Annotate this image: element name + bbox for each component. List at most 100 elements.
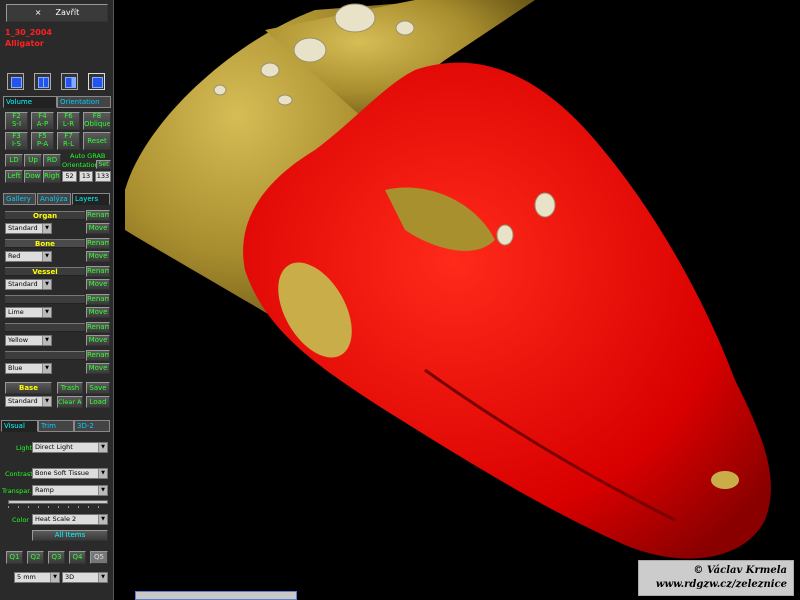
render-mode-select[interactable]: 3D ▼ xyxy=(62,572,108,583)
chevron-down-icon: ▼ xyxy=(98,469,107,478)
layer6-rename-button[interactable]: Rename xyxy=(86,350,110,361)
q3-button[interactable]: Q3 xyxy=(48,551,65,564)
layer4-rename-button[interactable]: Rename xyxy=(86,294,110,305)
orient-f7-button[interactable]: F7 R-L xyxy=(57,132,80,150)
organ-select[interactable]: Standard ▼ xyxy=(5,223,52,234)
chevron-down-icon: ▼ xyxy=(50,573,59,582)
auto-grab-label: Auto GRAB xyxy=(70,152,106,160)
bone-move-button[interactable]: Move xyxy=(86,251,110,262)
orient-f4-button[interactable]: F4 A-P xyxy=(31,112,54,130)
orient-value-1[interactable]: 52 xyxy=(62,171,77,182)
alligator-skull-render xyxy=(125,0,771,559)
layout-split-icon[interactable] xyxy=(61,73,78,90)
chevron-down-icon: ▼ xyxy=(98,443,107,452)
orient-f8-button[interactable]: F8 Oblique xyxy=(83,112,111,130)
bone-rename-button[interactable]: Rename xyxy=(86,238,110,249)
layout-quad-icon[interactable] xyxy=(34,73,51,90)
organ-move-button[interactable]: Move xyxy=(86,223,110,234)
volume-render-viewport[interactable] xyxy=(115,0,800,600)
q4-button[interactable]: Q4 xyxy=(69,551,86,564)
transparency-slider[interactable] xyxy=(8,500,108,504)
rd-button[interactable]: RD xyxy=(43,154,61,167)
load-button[interactable]: Load xyxy=(86,396,110,408)
reset-button[interactable]: Reset xyxy=(83,132,111,150)
tab-volume[interactable]: Volume xyxy=(3,96,57,108)
set-button[interactable]: Set xyxy=(96,160,111,169)
slice-thickness-select[interactable]: 5 mm ▼ xyxy=(14,572,60,583)
tab-trim[interactable]: Trim xyxy=(38,420,74,432)
layer5-header xyxy=(5,323,85,332)
tab-analyze[interactable]: Analýza xyxy=(37,193,71,205)
contrast-label: Contrast xyxy=(5,470,33,478)
light-select[interactable]: Direct Light ▼ xyxy=(32,442,108,453)
watermark: © Václav Krmela www.rdgzw.cz/zeleznice xyxy=(638,560,794,596)
orient-value-2[interactable]: 13 xyxy=(79,171,93,182)
ld-button[interactable]: LD xyxy=(5,154,23,167)
layout-single-icon[interactable] xyxy=(7,73,24,90)
tab-gallery[interactable]: Gallery xyxy=(3,193,36,205)
down-button[interactable]: Down xyxy=(24,170,42,183)
chevron-down-icon: ▼ xyxy=(42,364,51,373)
layer5-rename-button[interactable]: Rename xyxy=(86,322,110,333)
tab-layers[interactable]: Layers xyxy=(72,193,110,205)
chevron-down-icon: ▼ xyxy=(98,486,107,495)
transparency-select[interactable]: Ramp ▼ xyxy=(32,485,108,496)
orient-value-3[interactable]: 133 xyxy=(95,171,111,182)
slider-ticks xyxy=(8,506,108,508)
layer4-color-select[interactable]: Lime ▼ xyxy=(5,307,52,318)
tab-3d[interactable]: 3D-2 xyxy=(74,420,110,432)
base-select[interactable]: Standard ▼ xyxy=(5,396,52,407)
right-button[interactable]: Right xyxy=(43,170,61,183)
trash-button[interactable]: Trash xyxy=(57,382,83,394)
layer4-header xyxy=(5,295,85,304)
orient-f3-button[interactable]: F3 I-S xyxy=(5,132,28,150)
bone-header: Bone xyxy=(5,239,85,248)
layer6-header xyxy=(5,351,85,360)
horizontal-scrollbar[interactable] xyxy=(135,591,297,600)
nostril-patch xyxy=(711,471,739,489)
orient-f5-button[interactable]: F5 P-A xyxy=(31,132,54,150)
base-button[interactable]: Base xyxy=(5,382,52,394)
layer5-move-button[interactable]: Move xyxy=(86,335,110,346)
left-button[interactable]: Left xyxy=(5,170,23,183)
layer6-color-select[interactable]: Blue ▼ xyxy=(5,363,52,374)
save-button[interactable]: Save xyxy=(86,382,110,394)
chevron-down-icon: ▼ xyxy=(42,308,51,317)
orient-f6-button[interactable]: F6 L-R xyxy=(57,112,80,130)
color-label: Color xyxy=(12,516,29,524)
all-items-button[interactable]: All Items xyxy=(32,530,108,541)
q5-button[interactable]: Q5 xyxy=(90,551,108,564)
tab-visual[interactable]: Visual xyxy=(1,420,38,432)
tab-orientation[interactable]: Orientation xyxy=(57,96,111,108)
vessel-move-button[interactable]: Move xyxy=(86,279,110,290)
orient-f2-button[interactable]: F2 S-I xyxy=(5,112,28,130)
close-button[interactable]: × Zavřít xyxy=(6,4,108,22)
up-button[interactable]: Up xyxy=(24,154,42,167)
layer5-color-select[interactable]: Yellow ▼ xyxy=(5,335,52,346)
study-name: Alligator xyxy=(5,39,44,48)
close-icon: × xyxy=(34,8,42,17)
layout-mpr-icon[interactable] xyxy=(88,73,105,90)
organ-rename-button[interactable]: Rename xyxy=(86,210,110,221)
q1-button[interactable]: Q1 xyxy=(6,551,23,564)
chevron-down-icon: ▼ xyxy=(98,573,107,582)
contrast-select[interactable]: Bone Soft Tissue ▼ xyxy=(32,468,108,479)
layer6-move-button[interactable]: Move xyxy=(86,363,110,374)
watermark-author: © Václav Krmela xyxy=(693,565,787,576)
vessel-select[interactable]: Standard ▼ xyxy=(5,279,52,290)
light-label: Light xyxy=(16,444,33,452)
chevron-down-icon: ▼ xyxy=(42,280,51,289)
watermark-url: www.rdgzw.cz/zeleznice xyxy=(655,579,787,590)
transparency-label: Transpar. xyxy=(2,487,32,495)
layer4-move-button[interactable]: Move xyxy=(86,307,110,318)
vessel-rename-button[interactable]: Rename xyxy=(86,266,110,277)
chevron-down-icon: ▼ xyxy=(42,224,51,233)
bone-color-select[interactable]: Red ▼ xyxy=(5,251,52,262)
color-select[interactable]: Heat Scale 2 ▼ xyxy=(32,514,108,525)
vessel-header: Vessel xyxy=(5,267,85,276)
q2-button[interactable]: Q2 xyxy=(27,551,44,564)
clear-all-button[interactable]: Clear All xyxy=(57,396,83,408)
orientation-label: Orientation xyxy=(62,161,99,169)
study-date: 1_30_2004 xyxy=(5,28,52,37)
chevron-down-icon: ▼ xyxy=(98,515,107,524)
